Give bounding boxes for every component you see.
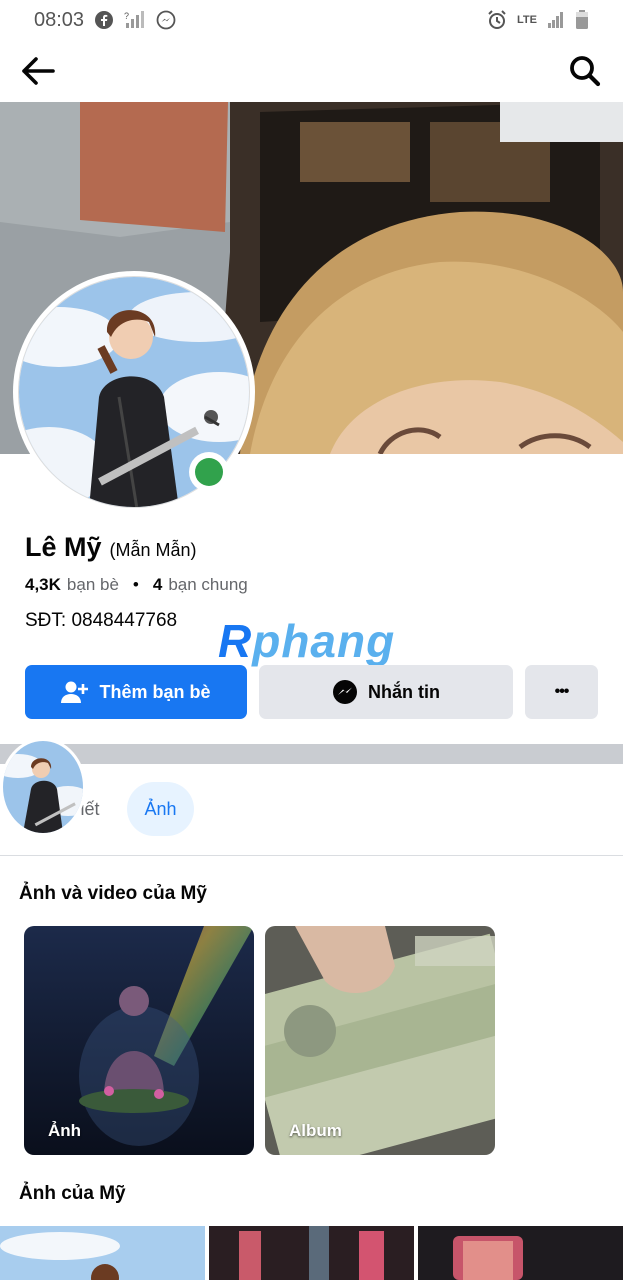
photos-videos-title: Ảnh và video của Mỹ [19, 883, 207, 904]
add-friend-icon [61, 681, 89, 703]
photos-card[interactable]: Ảnh [24, 926, 254, 1155]
friends-label: bạn bè [66, 575, 119, 594]
profile-name-row: Lê Mỹ (Mẫn Mẫn) [25, 532, 197, 563]
watermark-logo: Rphang [218, 615, 396, 667]
status-bar: 08:03 ? LTE [0, 0, 623, 40]
message-label: Nhắn tin [368, 681, 440, 702]
add-friend-button[interactable]: Thêm bạn bè [25, 665, 247, 719]
add-friend-label: Thêm bạn bè [99, 681, 211, 702]
photos-of-title: Ảnh của Mỹ [19, 1183, 126, 1204]
messenger-icon [333, 680, 357, 704]
signal-icon [547, 11, 565, 29]
photo-thumbnail[interactable] [418, 1226, 623, 1280]
message-button[interactable]: Nhắn tin [259, 665, 513, 719]
photo-thumbnail[interactable] [209, 1226, 414, 1280]
network-label: LTE [517, 14, 537, 26]
online-status-indicator [189, 452, 229, 492]
profile-tabs: iết Ảnh [0, 764, 623, 856]
messenger-icon [156, 10, 176, 30]
battery-icon [575, 10, 589, 30]
friends-info[interactable]: 4,3K bạn bè • 4 bạn chung [25, 575, 248, 595]
arrow-left-icon [22, 57, 55, 85]
bullet-separator: • [132, 575, 139, 594]
photos-card-label: Ảnh [48, 1121, 82, 1140]
floating-profile-picture[interactable] [0, 738, 86, 836]
status-time: 08:03 [34, 8, 85, 31]
friends-count: 4,3K [25, 575, 61, 594]
search-button[interactable] [565, 51, 605, 91]
album-card-label: Album [289, 1121, 342, 1140]
profile-name: Lê Mỹ [25, 532, 102, 562]
top-bar [0, 40, 623, 102]
mutual-count: 4 [152, 575, 163, 594]
profile-phone: SĐT: 0848447768 [25, 610, 178, 631]
profile-nickname: (Mẫn Mẫn) [109, 540, 197, 560]
facebook-icon [94, 10, 114, 30]
back-button[interactable] [18, 51, 58, 91]
more-options-button[interactable]: ••• [525, 665, 598, 719]
album-card[interactable]: Album [265, 926, 495, 1155]
more-options-icon: ••• [554, 683, 570, 700]
search-icon [570, 56, 601, 87]
tab-photos[interactable]: Ảnh [127, 782, 194, 836]
no-signal-icon: ? [124, 10, 146, 30]
alarm-icon [487, 10, 507, 30]
photo-thumbnail[interactable] [0, 1226, 205, 1280]
svg-text:?: ? [124, 11, 129, 21]
section-divider [0, 744, 623, 764]
mutual-label: bạn chung [168, 575, 248, 594]
